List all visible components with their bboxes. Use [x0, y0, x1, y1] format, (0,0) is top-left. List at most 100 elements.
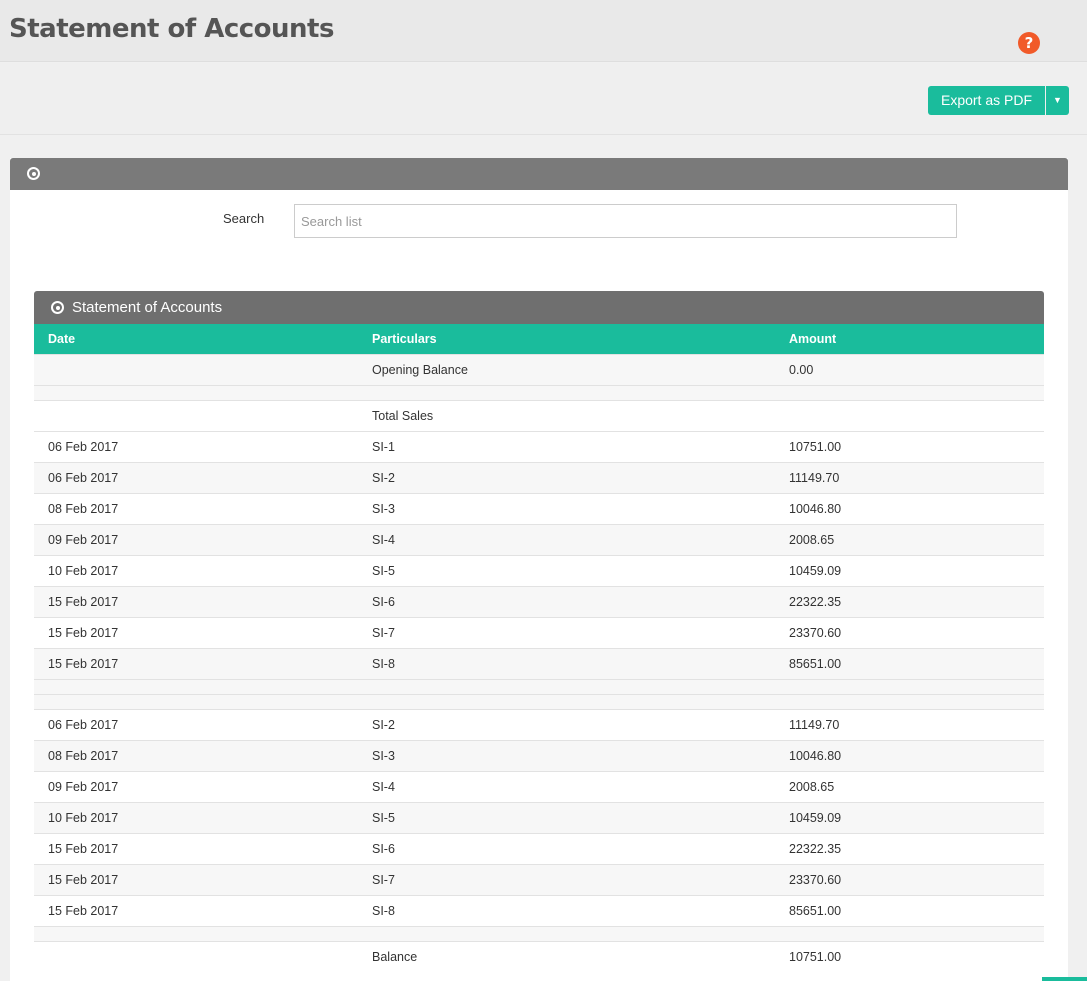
table-row: 09 Feb 2017 SI-4 2008.65 — [34, 523, 1044, 555]
cell-amount: 23370.60 — [775, 616, 1044, 648]
cell-particulars — [358, 384, 775, 400]
table-row: 10 Feb 2017 SI-5 10459.09 — [34, 801, 1044, 833]
cell-date: 15 Feb 2017 — [34, 894, 358, 926]
cell-particulars — [358, 693, 775, 709]
table-row: 06 Feb 2017 SI-2 11149.70 — [34, 461, 1044, 493]
cell-particulars: SI-5 — [358, 554, 775, 586]
filter-panel-header[interactable] — [10, 158, 1068, 190]
cell-amount — [775, 399, 1044, 431]
table-row: 06 Feb 2017 SI-2 11149.70 — [34, 708, 1044, 740]
statement-table-body: Opening Balance 0.00 Total Sales 06 Feb 201… — [34, 353, 1044, 972]
table-row: 15 Feb 2017 SI-6 22322.35 — [34, 585, 1044, 617]
cell-amount: 22322.35 — [775, 832, 1044, 864]
cell-amount: 11149.70 — [775, 461, 1044, 493]
cell-date: 15 Feb 2017 — [34, 647, 358, 679]
cell-particulars: SI-6 — [358, 832, 775, 864]
cell-amount — [775, 693, 1044, 709]
cell-particulars: SI-8 — [358, 894, 775, 926]
table-row: Opening Balance 0.00 — [34, 353, 1044, 385]
cell-date — [34, 353, 358, 385]
cell-particulars: SI-3 — [358, 739, 775, 771]
table-row: 08 Feb 2017 SI-3 10046.80 — [34, 492, 1044, 524]
cell-particulars: SI-5 — [358, 801, 775, 833]
cell-date: 10 Feb 2017 — [34, 801, 358, 833]
cell-amount: 85651.00 — [775, 894, 1044, 926]
cell-date — [34, 940, 358, 972]
cell-particulars: SI-2 — [358, 708, 775, 740]
cell-particulars: SI-4 — [358, 523, 775, 555]
page-header: Statement of Accounts ? — [0, 0, 1087, 62]
caret-down-icon: ▼ — [1053, 95, 1062, 105]
cell-amount: 10459.09 — [775, 801, 1044, 833]
cell-amount: 2008.65 — [775, 523, 1044, 555]
table-row: 15 Feb 2017 SI-7 23370.60 — [34, 616, 1044, 648]
cell-date: 15 Feb 2017 — [34, 832, 358, 864]
table-row — [34, 678, 1044, 694]
collapse-toggle-icon[interactable] — [51, 301, 64, 314]
table-row: 15 Feb 2017 SI-6 22322.35 — [34, 832, 1044, 864]
table-row: 15 Feb 2017 SI-8 85651.00 — [34, 894, 1044, 926]
cell-particulars — [358, 925, 775, 941]
cell-amount: 10459.09 — [775, 554, 1044, 586]
cell-amount: 11149.70 — [775, 708, 1044, 740]
cell-amount: 10751.00 — [775, 940, 1044, 972]
export-dropdown-toggle[interactable]: ▼ — [1046, 86, 1069, 115]
cell-date — [34, 399, 358, 431]
cell-particulars: Balance — [358, 940, 775, 972]
table-row: 09 Feb 2017 SI-4 2008.65 — [34, 770, 1044, 802]
cell-amount: 0.00 — [775, 353, 1044, 385]
cell-amount — [775, 384, 1044, 400]
scroll-indicator — [1042, 977, 1087, 981]
cell-amount — [775, 678, 1044, 694]
cell-particulars: SI-7 — [358, 616, 775, 648]
cell-amount: 22322.35 — [775, 585, 1044, 617]
cell-date: 09 Feb 2017 — [34, 770, 358, 802]
cell-date — [34, 678, 358, 694]
cell-amount: 10751.00 — [775, 430, 1044, 462]
statement-panel-header[interactable]: Statement of Accounts — [34, 291, 1044, 324]
table-row — [34, 384, 1044, 400]
cell-particulars: Total Sales — [358, 399, 775, 431]
cell-date: 15 Feb 2017 — [34, 616, 358, 648]
cell-date: 15 Feb 2017 — [34, 585, 358, 617]
page-title: Statement of Accounts — [9, 14, 334, 44]
cell-particulars: SI-8 — [358, 647, 775, 679]
cell-date: 08 Feb 2017 — [34, 739, 358, 771]
cell-date — [34, 693, 358, 709]
cell-particulars: SI-6 — [358, 585, 775, 617]
cell-amount: 23370.60 — [775, 863, 1044, 895]
cell-particulars — [358, 678, 775, 694]
cell-amount — [775, 925, 1044, 941]
cell-particulars: SI-4 — [358, 770, 775, 802]
column-header-date[interactable]: Date — [34, 324, 358, 354]
table-row: Total Sales — [34, 399, 1044, 431]
cell-date: 06 Feb 2017 — [34, 708, 358, 740]
table-row: 15 Feb 2017 SI-7 23370.60 — [34, 863, 1044, 895]
help-icon[interactable]: ? — [1018, 32, 1040, 54]
table-row — [34, 925, 1044, 941]
cell-date: 08 Feb 2017 — [34, 492, 358, 524]
cell-date: 10 Feb 2017 — [34, 554, 358, 586]
collapse-toggle-icon[interactable] — [27, 167, 40, 180]
statement-panel: Statement of Accounts Date Particulars A… — [34, 291, 1044, 972]
cell-date: 15 Feb 2017 — [34, 863, 358, 895]
table-row: Balance 10751.00 — [34, 940, 1044, 972]
table-row: 08 Feb 2017 SI-3 10046.80 — [34, 739, 1044, 771]
cell-amount: 10046.80 — [775, 739, 1044, 771]
cell-date — [34, 384, 358, 400]
cell-particulars: SI-7 — [358, 863, 775, 895]
table-header-row: Date Particulars Amount — [34, 324, 1044, 354]
table-row: 15 Feb 2017 SI-8 85651.00 — [34, 647, 1044, 679]
statement-panel-title: Statement of Accounts — [72, 299, 223, 316]
search-input[interactable] — [294, 204, 957, 238]
column-header-amount[interactable]: Amount — [775, 324, 1044, 354]
search-label: Search — [223, 211, 265, 226]
table-row — [34, 693, 1044, 709]
cell-date: 06 Feb 2017 — [34, 430, 358, 462]
export-pdf-button[interactable]: Export as PDF — [928, 86, 1045, 115]
filter-panel: Search Statement of Accounts Date Partic… — [10, 158, 1068, 981]
table-row: 10 Feb 2017 SI-5 10459.09 — [34, 554, 1044, 586]
column-header-particulars[interactable]: Particulars — [358, 324, 775, 354]
cell-particulars: SI-1 — [358, 430, 775, 462]
statement-table: Date Particulars Amount Opening Balance 0… — [34, 324, 1044, 972]
